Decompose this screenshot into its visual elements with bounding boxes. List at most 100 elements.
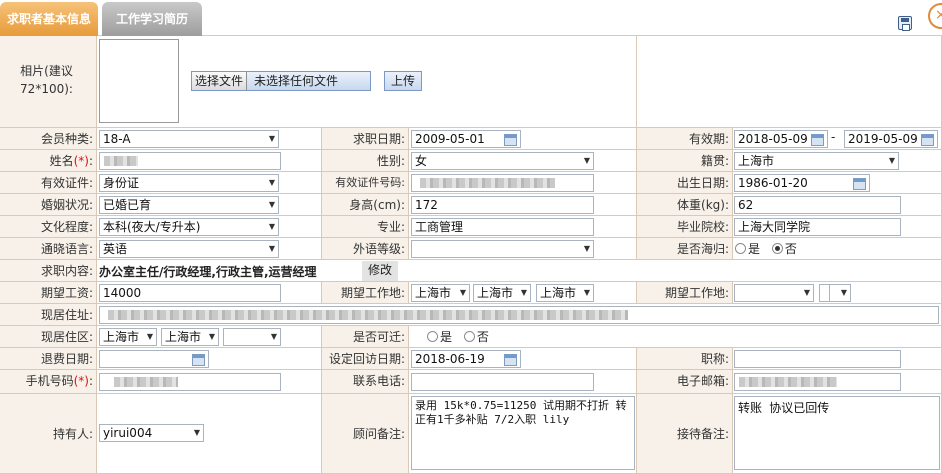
height-input[interactable]: 172 <box>411 196 594 214</box>
language-select[interactable]: 英语 <box>99 240 279 258</box>
area-label: 现居住区: <box>0 326 97 348</box>
job-content-text: 办公室主任/行政经理,行政主管,运营经理 <box>99 265 317 279</box>
valid-to-input[interactable]: 2019-05-09 <box>844 130 938 148</box>
photo-label: 相片(建议72*100): <box>0 36 97 128</box>
area-district-select[interactable] <box>223 328 281 346</box>
overseas-cell: 是 否 <box>733 238 942 260</box>
foreign-level-select[interactable] <box>411 240 594 258</box>
major-label: 专业: <box>322 216 409 238</box>
marital-select[interactable]: 已婚已育 <box>99 196 279 214</box>
major-cell: 工商管理 <box>409 216 637 238</box>
file-input[interactable]: 选择文件 未选择任何文件 <box>191 71 371 91</box>
mobile-input[interactable] <box>99 373 281 391</box>
job-title-cell <box>733 348 942 370</box>
migrate-label: 是否可迁: <box>322 326 409 348</box>
email-label: 电子邮箱: <box>637 370 733 394</box>
visit-date-input[interactable]: 2018-06-19 <box>411 350 521 368</box>
consult-note-label: 顾问备注: <box>322 394 409 474</box>
upload-button[interactable]: 上传 <box>384 71 423 91</box>
native-select[interactable]: 上海市 <box>734 152 899 170</box>
education-label: 文化程度: <box>0 216 97 238</box>
tab-bar: 求职者基本信息 工作学习简历 × <box>0 0 942 36</box>
photo-spacer <box>637 36 942 128</box>
name-label-colon: : <box>88 154 93 168</box>
id-type-select[interactable]: 身份证 <box>99 174 279 192</box>
refund-date-input[interactable] <box>99 350 209 368</box>
holder-select[interactable]: yirui004 <box>99 424 204 442</box>
id-no-input[interactable] <box>411 174 594 192</box>
height-label: 身高(cm): <box>322 194 409 216</box>
overseas-no-radio[interactable] <box>771 243 783 254</box>
area-province-select[interactable]: 上海市 <box>99 328 157 346</box>
foreign-level-cell <box>409 238 637 260</box>
migrate-yes-radio[interactable] <box>427 331 438 342</box>
marital-label: 婚姻状况: <box>0 194 97 216</box>
resume-form-window: 求职者基本信息 工作学习简历 × 相片(建议72*100): 选择文件 未选择任… <box>0 0 942 474</box>
address-input[interactable] <box>99 306 939 324</box>
valid-from-input[interactable]: 2018-05-09 <box>734 130 828 148</box>
required-mark: (*) <box>73 154 89 168</box>
gender-select[interactable]: 女 <box>411 152 594 170</box>
close-icon[interactable]: × <box>928 3 942 29</box>
salary-label: 期望工资: <box>0 282 97 304</box>
refund-date-cell <box>97 348 322 370</box>
email-input[interactable] <box>734 373 901 391</box>
gender-cell: 女 <box>409 150 637 172</box>
gender-label: 性别: <box>322 150 409 172</box>
visit-date-cell: 2018-06-19 <box>409 348 637 370</box>
choose-file-button[interactable]: 选择文件 <box>192 72 248 90</box>
basic-info-form: 相片(建议72*100): 选择文件 未选择任何文件 上传 会员种类: 18-A… <box>0 36 942 474</box>
expect-place2-cell <box>733 282 942 304</box>
major-input[interactable]: 工商管理 <box>411 218 594 236</box>
salary-input[interactable]: 14000 <box>99 284 281 302</box>
job-title-label: 职称: <box>637 348 733 370</box>
weight-label: 体重(kg): <box>637 194 733 216</box>
overseas-yes-radio[interactable] <box>735 243 746 254</box>
salary-cell: 14000 <box>97 282 322 304</box>
member-type-label: 会员种类: <box>0 128 97 150</box>
reception-note-textarea[interactable]: 转账 协议已回传 <box>734 396 940 470</box>
foreign-level-label: 外语等级: <box>322 238 409 260</box>
holder-cell: yirui004 <box>97 394 322 474</box>
visit-date-label: 设定回访日期: <box>322 348 409 370</box>
apply-date-input[interactable]: 2009-05-01 <box>411 130 521 148</box>
expect-place-district-select[interactable]: 上海市 <box>536 284 594 302</box>
expect-place2-district-select[interactable] <box>829 284 851 302</box>
member-type-select[interactable]: 18-A <box>99 130 279 148</box>
expect-place-city-select[interactable]: 上海市 <box>473 284 531 302</box>
expect-place-label: 期望工作地: <box>322 282 409 304</box>
birth-label: 出生日期: <box>637 172 733 194</box>
area-cell: 上海市 上海市 <box>97 326 322 348</box>
school-input[interactable]: 上海大同学院 <box>734 218 901 236</box>
mobile-cell <box>97 370 322 394</box>
expect-place2-label: 期望工作地: <box>637 282 733 304</box>
area-city-select[interactable]: 上海市 <box>161 328 219 346</box>
apply-date-label: 求职日期: <box>322 128 409 150</box>
consult-note-cell: 录用 15k*0.75=11250 试用期不打折 转正有1千多补贴 7/2入职 … <box>409 394 637 474</box>
birth-input[interactable]: 1986-01-20 <box>734 174 870 192</box>
education-select[interactable]: 本科(夜大/专升本) <box>99 218 279 236</box>
required-mark: (*) <box>73 374 89 388</box>
phone-input[interactable] <box>411 373 594 391</box>
holder-label: 持有人: <box>0 394 97 474</box>
name-input[interactable] <box>99 152 281 170</box>
birth-cell: 1986-01-20 <box>733 172 942 194</box>
phone-label: 联系电话: <box>322 370 409 394</box>
save-icon[interactable] <box>898 16 912 31</box>
tab-work-study[interactable]: 工作学习简历 <box>102 2 202 36</box>
no-file-text: 未选择任何文件 <box>254 74 339 88</box>
name-label-text: 姓名 <box>49 154 74 168</box>
valid-period-label: 有效期: <box>637 128 733 150</box>
migrate-no-radio[interactable] <box>463 331 475 342</box>
job-title-input[interactable] <box>734 350 901 368</box>
expect-place-province-select[interactable]: 上海市 <box>411 284 470 302</box>
expect-place2-province-select[interactable] <box>734 284 814 302</box>
edit-job-content-button[interactable]: 修改 <box>362 261 399 281</box>
migrate-no-text: 否 <box>476 330 489 344</box>
reception-note-cell: 转账 协议已回传 <box>733 394 942 474</box>
tab-basic-info[interactable]: 求职者基本信息 <box>0 2 98 36</box>
weight-input[interactable]: 62 <box>734 196 901 214</box>
consult-note-textarea[interactable]: 录用 15k*0.75=11250 试用期不打折 转正有1千多补贴 7/2入职 … <box>411 396 635 470</box>
id-type-cell: 身份证 <box>97 172 322 194</box>
mobile-label-text: 手机号码 <box>25 374 74 388</box>
